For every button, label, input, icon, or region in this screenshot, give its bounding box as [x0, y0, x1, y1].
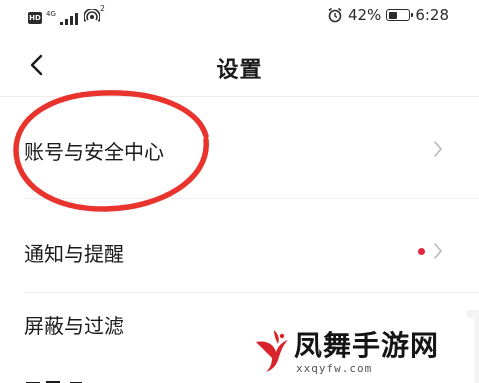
hd-badge: HD: [28, 11, 42, 24]
hotspot-indicator: 2: [83, 4, 105, 27]
status-left: HD 4G 2: [28, 4, 105, 27]
page-title: 设置: [216, 58, 263, 83]
header-divider: [0, 96, 479, 97]
status-bar: HD 4G 2 42% 6:28: [0, 0, 479, 32]
settings-item-account-security[interactable]: 账号与安全中心: [0, 114, 479, 184]
network-type-label: 4G: [46, 10, 56, 18]
phoenix-logo-icon: [256, 330, 288, 372]
settings-item-notifications[interactable]: 通知与提醒: [0, 216, 479, 286]
watermark: 凤舞手游网 xxqyfw.com: [244, 318, 474, 383]
hotspot-count: 2: [99, 4, 105, 13]
app-header: 设置: [0, 38, 479, 96]
signal-icon: [59, 12, 78, 25]
clock-time: 6:28: [415, 6, 449, 24]
settings-item-label: 账号与安全中心: [24, 140, 164, 164]
alarm-icon: [328, 7, 342, 23]
partial-row-glyphs: [26, 381, 82, 383]
settings-item-label: 通知与提醒: [24, 242, 124, 266]
watermark-title: 凤舞手游网: [294, 329, 440, 362]
watermark-url: xxqyfw.com: [296, 362, 373, 375]
chevron-right-icon: [434, 243, 442, 259]
hotspot-icon: [83, 8, 101, 22]
row-divider: [24, 198, 479, 199]
battery-percent: 42%: [347, 6, 382, 24]
settings-item-label: 屏蔽与过滤: [24, 314, 124, 338]
battery-icon: [386, 9, 414, 21]
status-right: 42% 6:28: [327, 6, 449, 24]
settings-item-partial: [24, 372, 114, 383]
battery-fill: [388, 11, 397, 19]
chevron-right-icon: [434, 141, 442, 157]
notification-dot: [418, 248, 425, 255]
